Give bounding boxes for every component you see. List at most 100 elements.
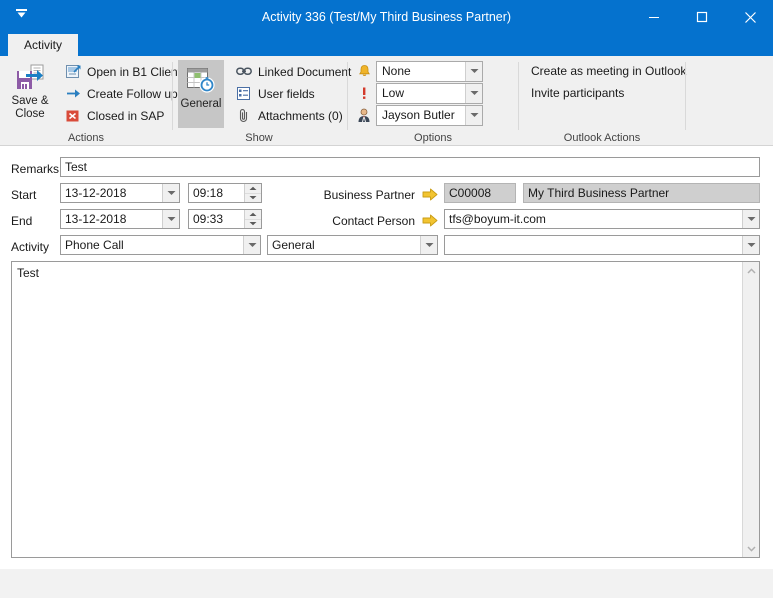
end-label: End bbox=[11, 214, 33, 228]
yellow-arrow-right-icon bbox=[422, 188, 438, 200]
assigned-user-value: Jayson Butler bbox=[382, 108, 455, 122]
chevron-up-icon bbox=[249, 186, 257, 190]
assigned-user-combobox[interactable]: Jayson Butler bbox=[376, 104, 483, 126]
start-time-value: 09:18 bbox=[193, 186, 224, 200]
contact-person-label: Contact Person bbox=[332, 214, 415, 228]
chevron-down-icon bbox=[15, 8, 27, 17]
user-fields-label: User fields bbox=[258, 86, 315, 101]
business-partner-name[interactable]: My Third Business Partner bbox=[523, 183, 760, 203]
save-and-close-button[interactable]: Save & Close bbox=[4, 60, 56, 128]
notes-text: Test bbox=[17, 266, 40, 280]
start-label: Start bbox=[11, 188, 37, 202]
start-time-increment-button[interactable] bbox=[245, 184, 261, 193]
close-button[interactable] bbox=[727, 0, 773, 34]
ribbon-group-label-options: Options bbox=[414, 132, 452, 144]
chevron-down-icon bbox=[249, 196, 257, 200]
ribbon-group-label-outlook-actions: Outlook Actions bbox=[563, 132, 641, 144]
activity-type-combobox[interactable]: Phone Call bbox=[60, 235, 261, 255]
end-date-input[interactable]: 13-12-2018 bbox=[60, 209, 180, 229]
assigned-user-dropdown-arrow[interactable] bbox=[465, 105, 482, 125]
chevron-up-icon bbox=[747, 267, 756, 274]
activity-form: Remarks Test Start 13-12-2018 09:18 Busi… bbox=[0, 146, 773, 568]
assigned-user-option-row: Jayson Butler bbox=[356, 104, 483, 126]
start-time-spin-buttons bbox=[244, 184, 261, 202]
chevron-down-icon bbox=[747, 243, 755, 247]
tab-activity[interactable]: Activity bbox=[8, 34, 79, 56]
bell-icon bbox=[356, 62, 372, 80]
contact-person-combobox[interactable]: tfs@boyum-it.com bbox=[444, 209, 760, 229]
linked-document-button[interactable]: Linked Document bbox=[231, 61, 351, 82]
end-date-dropdown-arrow[interactable] bbox=[162, 210, 179, 228]
activity-label: Activity bbox=[11, 240, 50, 254]
reminder-option-row: None bbox=[356, 60, 483, 82]
start-time-decrement-button[interactable] bbox=[245, 192, 261, 203]
start-date-value: 13-12-2018 bbox=[65, 186, 127, 200]
reminder-combobox[interactable]: None bbox=[376, 60, 483, 82]
attachments-button[interactable]: Attachments (0) bbox=[231, 105, 343, 126]
ribbon-group-label-actions: Actions bbox=[67, 132, 105, 144]
chevron-down-icon bbox=[470, 91, 478, 95]
invite-participants-button[interactable]: Invite participants bbox=[527, 83, 628, 103]
end-time-increment-button[interactable] bbox=[245, 210, 261, 219]
activity-extra-dropdown-arrow[interactable] bbox=[742, 236, 759, 254]
chevron-down-icon bbox=[248, 243, 256, 247]
start-date-dropdown-arrow[interactable] bbox=[162, 184, 179, 202]
activity-type-dropdown-arrow[interactable] bbox=[243, 236, 260, 254]
calendar-clock-icon bbox=[187, 68, 215, 93]
quick-access-toolbar-dropdown[interactable] bbox=[10, 4, 32, 22]
end-time-value: 09:33 bbox=[193, 212, 224, 226]
ribbon-separator-4 bbox=[685, 62, 686, 130]
notes-vertical-scrollbar[interactable] bbox=[742, 262, 759, 557]
activity-subject-dropdown-arrow[interactable] bbox=[420, 236, 437, 254]
chevron-down-icon bbox=[747, 545, 756, 552]
chevron-down-icon bbox=[249, 222, 257, 226]
reminder-value: None bbox=[382, 64, 411, 78]
notes-editor[interactable]: Test bbox=[11, 261, 760, 558]
end-date-value: 13-12-2018 bbox=[65, 212, 127, 226]
minimize-button[interactable] bbox=[631, 0, 677, 34]
chevron-down-icon bbox=[470, 113, 478, 117]
end-time-decrement-button[interactable] bbox=[245, 218, 261, 229]
chevron-down-icon bbox=[470, 69, 478, 73]
chevron-down-icon bbox=[167, 217, 175, 221]
start-date-input[interactable]: 13-12-2018 bbox=[60, 183, 180, 203]
chevron-up-icon bbox=[249, 212, 257, 216]
notes-scroll-down-button[interactable] bbox=[743, 540, 760, 557]
start-time-stepper[interactable]: 09:18 bbox=[188, 183, 262, 203]
chain-link-icon bbox=[235, 64, 253, 80]
ribbon-group-actions: Save & Close Open in B1 Client Create Fo… bbox=[0, 56, 181, 146]
closed-in-sap-label: Closed in SAP bbox=[87, 108, 165, 123]
ribbon: Save & Close Open in B1 Client Create Fo… bbox=[0, 56, 773, 146]
priority-option-row: Low bbox=[356, 82, 483, 104]
priority-dropdown-arrow[interactable] bbox=[465, 83, 482, 103]
ribbon-group-show: General Linked Document User fields Atta… bbox=[173, 56, 351, 146]
open-in-b1-client-button[interactable]: Open in B1 Client bbox=[60, 61, 181, 82]
general-label: General bbox=[180, 98, 222, 110]
ribbon-group-options: None Low Jayson Butler Options bbox=[348, 56, 518, 146]
closed-in-sap-button[interactable]: Closed in SAP bbox=[60, 105, 170, 126]
remarks-input[interactable]: Test bbox=[60, 157, 760, 177]
create-follow-up-button[interactable]: Create Follow up bbox=[60, 83, 178, 104]
chevron-down-icon bbox=[425, 243, 433, 247]
activity-subject-combobox[interactable]: General bbox=[267, 235, 438, 255]
activity-extra-combobox[interactable] bbox=[444, 235, 760, 255]
create-as-meeting-in-outlook-button[interactable]: Create as meeting in Outlook bbox=[527, 61, 690, 81]
notes-scroll-up-button[interactable] bbox=[743, 262, 760, 279]
paperclip-icon bbox=[235, 108, 253, 124]
user-fields-button[interactable]: User fields bbox=[231, 83, 343, 104]
yellow-arrow-right-icon bbox=[422, 214, 438, 226]
end-time-stepper[interactable]: 09:33 bbox=[188, 209, 262, 229]
maximize-button[interactable] bbox=[679, 0, 725, 34]
arrow-right-icon bbox=[64, 86, 82, 102]
reminder-dropdown-arrow[interactable] bbox=[465, 61, 482, 81]
contact-person-link-button[interactable] bbox=[422, 213, 438, 227]
priority-combobox[interactable]: Low bbox=[376, 82, 483, 104]
general-toggle-button[interactable]: General bbox=[178, 60, 224, 128]
maximize-icon bbox=[696, 11, 708, 23]
business-partner-code[interactable]: C00008 bbox=[444, 183, 516, 203]
contact-person-dropdown-arrow[interactable] bbox=[742, 210, 759, 228]
status-bar bbox=[0, 568, 773, 598]
business-partner-link-button[interactable] bbox=[422, 187, 438, 201]
title-bar: Activity 336 (Test/My Third Business Par… bbox=[0, 0, 773, 34]
ribbon-group-outlook-actions: Create as meeting in Outlook Invite part… bbox=[519, 56, 686, 146]
